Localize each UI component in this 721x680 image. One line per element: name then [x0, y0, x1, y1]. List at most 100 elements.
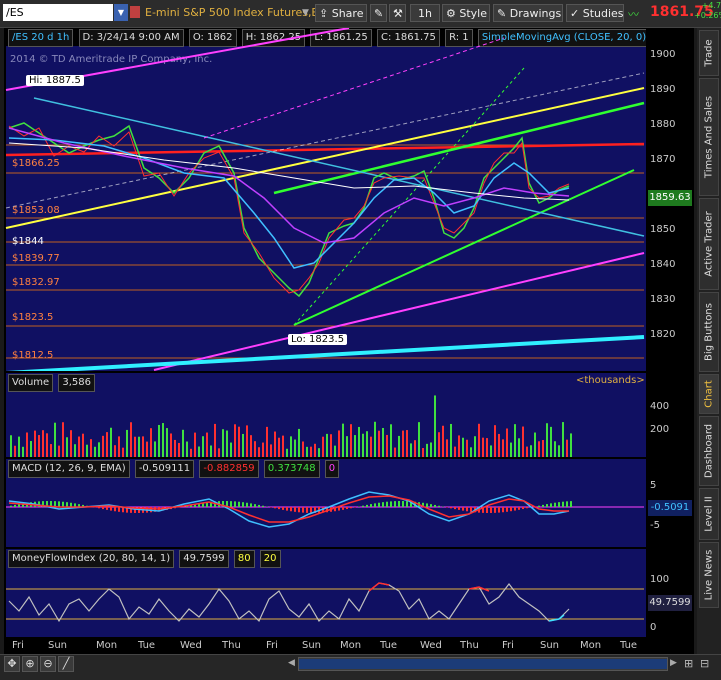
volume-bar [330, 434, 332, 457]
studies-button[interactable]: ✓ Studies [566, 4, 624, 22]
macd-histogram-bar [306, 507, 308, 513]
price-pane[interactable]: /ES 20 d 1h D: 3/24/14 9:00 AM O: 1862 H… [4, 28, 646, 371]
pan-icon[interactable]: ✥ [4, 656, 20, 672]
volume-bar [314, 444, 316, 457]
volume-axis[interactable] [646, 373, 694, 457]
y-tick: 1870 [650, 154, 675, 165]
volume-bar [146, 442, 148, 457]
tab-chart[interactable]: Chart [699, 374, 719, 414]
x-tick-label: Wed [180, 640, 202, 651]
volume-bar [198, 446, 200, 457]
volume-bar [166, 428, 168, 457]
macd-svg [4, 459, 646, 547]
volume-bar [98, 442, 100, 457]
left-scroll-arrow-icon[interactable]: ◀ [288, 658, 295, 668]
expand-icon[interactable]: ⊟ [700, 657, 709, 670]
volume-bar [358, 427, 360, 457]
share-label: Share [332, 7, 364, 20]
volume-bar [370, 437, 372, 457]
tab-dashboard[interactable]: Dashboard [699, 416, 719, 486]
macd-histogram-bar [566, 501, 568, 507]
macd-histogram-bar [454, 507, 456, 509]
volume-bar [74, 444, 76, 457]
tab-level-ii[interactable]: Level II [699, 488, 719, 540]
volume-bar [274, 432, 276, 457]
tab-trade[interactable]: Trade [699, 30, 719, 76]
level-label: $1866.25 [12, 158, 60, 169]
macd-histogram-bar [378, 503, 380, 507]
macd-histogram-bar [118, 507, 120, 512]
volume-bar [54, 423, 56, 457]
volume-bar [34, 431, 36, 457]
wrench-icon[interactable]: ⚒ [389, 4, 406, 22]
volume-bar [458, 435, 460, 457]
macd-histogram-bar [526, 507, 528, 508]
volume-bar [134, 437, 136, 457]
mfi-svg [4, 549, 646, 637]
drawing-tool-icon[interactable]: ╱ [58, 656, 74, 672]
volume-bar [10, 435, 12, 457]
drawings-label: Drawings [510, 7, 561, 20]
volume-bar [390, 424, 392, 457]
drawings-button[interactable]: ✎ Drawings [493, 4, 563, 22]
change-block: +4.75 +0.26% [694, 1, 721, 21]
volume-bar [538, 441, 540, 457]
zoom-out-icon[interactable]: ⊖ [40, 656, 56, 672]
style-button[interactable]: ⚙ Style [442, 4, 490, 22]
chart-area[interactable]: /ES 20 d 1h D: 3/24/14 9:00 AM O: 1862 H… [4, 28, 694, 654]
green-channel-bottom [294, 170, 634, 325]
mfi-pane[interactable]: MoneyFlowIndex (20, 80, 14, 1) 49.7599 8… [4, 549, 646, 637]
zoom-in-icon[interactable]: ⊕ [22, 656, 38, 672]
macd-histogram-bar [550, 503, 552, 507]
tab-big-buttons[interactable]: Big Buttons [699, 292, 719, 372]
symbol-dropdown-icon[interactable]: ▼ [114, 4, 128, 21]
level-label: $1853.08 [12, 205, 60, 216]
symbol-input[interactable]: /ES [3, 4, 113, 21]
right-scroll-arrow-icon[interactable]: ▶ [670, 658, 677, 668]
interval-button[interactable]: 1h [410, 4, 440, 22]
volume-bar [346, 436, 348, 457]
volume-bar [426, 444, 428, 457]
tab-live-news[interactable]: Live News [699, 542, 719, 608]
tab-times-and-sales[interactable]: Times And Sales [699, 78, 719, 196]
volume-bar [446, 439, 448, 457]
volume-bar [362, 434, 364, 457]
macd-histogram-bar [406, 501, 408, 507]
green-dashed-line [294, 68, 524, 325]
pencil-icon[interactable]: ✎ [370, 4, 387, 22]
volume-bar [318, 448, 320, 457]
volume-bar [26, 432, 28, 457]
hi-label: Hi: 1887.5 [26, 75, 84, 86]
volume-bar [82, 434, 84, 457]
horizontal-scrollbar[interactable] [298, 657, 668, 671]
macd-pane[interactable]: MACD (12, 26, 9, EMA) -0.509111 -0.88285… [4, 459, 646, 547]
volume-bar [402, 431, 404, 457]
tab-label: Dashboard [704, 424, 715, 478]
volume-bar [178, 443, 180, 457]
share-button[interactable]: ⇪ Share [315, 4, 367, 22]
price-chart-svg[interactable] [4, 28, 646, 371]
macd-histogram-bar [518, 507, 520, 510]
macd-histogram-bar [514, 507, 516, 511]
macd-histogram-bar [350, 507, 352, 508]
macd-histogram-bar [562, 502, 564, 507]
macd-histogram-bar [398, 501, 400, 507]
settings-icon[interactable]: ⊞ [684, 657, 693, 670]
volume-bar [250, 435, 252, 457]
volume-bar [522, 427, 524, 457]
side-tabs: Trade Times And Sales Active Trader Big … [697, 28, 721, 654]
volume-pane[interactable]: Volume 3,586 <thousands> [4, 373, 646, 457]
tab-active-trader[interactable]: Active Trader [699, 198, 719, 290]
volume-bar [118, 436, 120, 457]
spark-icon: 〰 [628, 6, 646, 20]
scrollbar-thumb[interactable] [299, 659, 667, 669]
description-dropdown-icon[interactable]: ▼ [302, 5, 312, 21]
macd-histogram-bar [242, 502, 244, 507]
volume-bar [470, 447, 472, 457]
macd-histogram-bar [494, 507, 496, 513]
volume-bar [514, 424, 516, 457]
volume-bar [438, 432, 440, 457]
macd-histogram-bar [374, 503, 376, 507]
volume-bar [430, 442, 432, 457]
macd-histogram-bar [470, 507, 472, 512]
